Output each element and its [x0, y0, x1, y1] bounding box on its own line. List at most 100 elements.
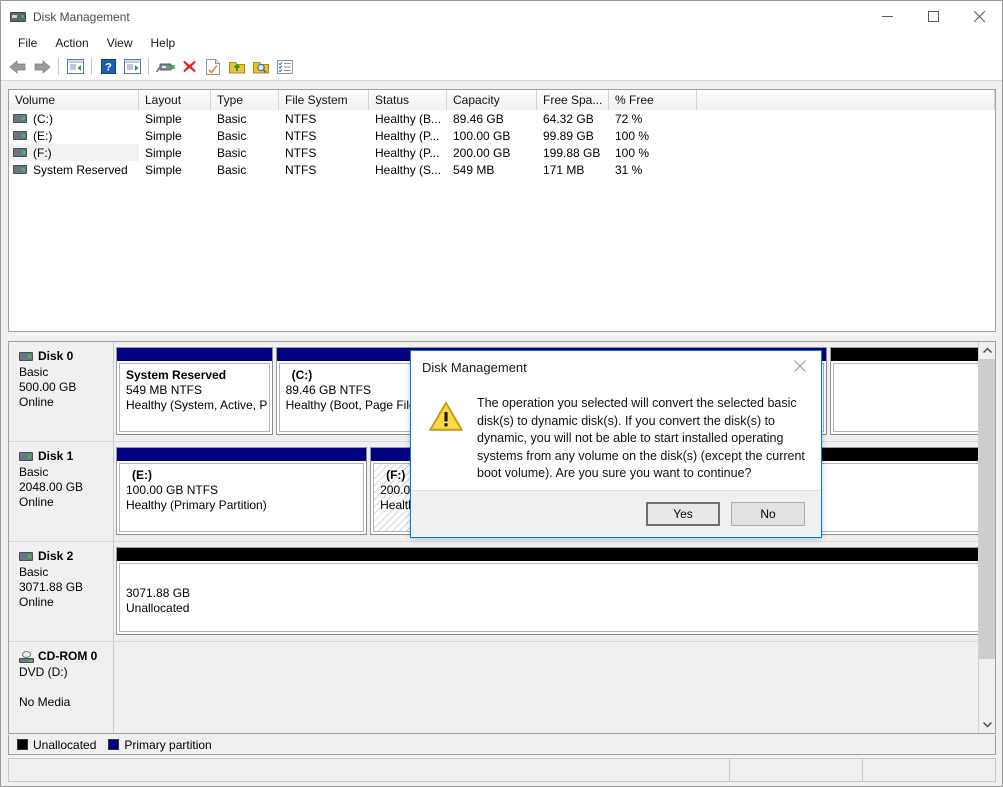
volume-list-header: Volume Layout Type File System Status Ca…	[9, 90, 995, 110]
volume-list[interactable]: Volume Layout Type File System Status Ca…	[8, 89, 996, 332]
scroll-up-arrow-icon[interactable]	[979, 342, 995, 359]
status-cell-3	[862, 759, 995, 781]
disk-icon	[19, 452, 33, 461]
cell-capacity: 200.00 GB	[453, 145, 511, 160]
partition-capacity-bar	[831, 348, 987, 361]
disk-row-cdrom-0[interactable]: CD-ROM 0 DVD (D:) No Media	[9, 642, 995, 733]
partition-size: 100.00 GB NTFS	[126, 483, 219, 497]
cdrom-icon	[19, 650, 34, 663]
properties-icon[interactable]	[201, 55, 225, 79]
cell-capacity: 89.46 GB	[453, 111, 504, 126]
legend-swatch-primary-partition	[108, 739, 120, 750]
disk-info-disk-2: Disk 2 Basic 3071.88 GB Online	[9, 542, 114, 641]
cell-status: Healthy (P...	[375, 128, 440, 143]
legend-item-primary-partition: Primary partition	[108, 738, 212, 752]
scroll-thumb[interactable]	[979, 359, 995, 659]
export-list-icon[interactable]	[225, 55, 249, 79]
menu-item-action[interactable]: Action	[46, 34, 97, 52]
table-row[interactable]: (F:) Simple Basic NTFS Healthy (P... 200…	[9, 144, 995, 161]
toolbar: ?	[1, 53, 1002, 81]
disk-name: Disk 0	[38, 349, 74, 363]
menu-bar: File Action View Help	[1, 32, 1002, 53]
partition-status: Healthy (System, Active, P	[126, 398, 268, 412]
show-hide-action-pane-icon[interactable]	[120, 55, 144, 79]
window-controls	[864, 1, 1002, 32]
column-header-filler[interactable]	[697, 90, 995, 110]
partition-status: Healthy (Primary Partition)	[126, 498, 267, 512]
disk-pane-scrollbar[interactable]	[978, 342, 995, 733]
dialog-footer: Yes No	[411, 490, 821, 537]
disk-partitions-cdrom-0	[114, 642, 995, 733]
drive-icon	[13, 165, 27, 174]
partition-e-drive[interactable]: (E:) 100.00 GB NTFS Healthy (Primary Par…	[116, 447, 368, 535]
disk-partitions-disk-2: 3071.88 GB Unallocated	[114, 542, 995, 641]
delete-icon[interactable]	[177, 55, 201, 79]
dialog-body: The operation you selected will convert …	[411, 383, 821, 491]
back-arrow-icon[interactable]	[6, 55, 30, 79]
volume-list-rows: (C:) Simple Basic NTFS Healthy (B... 89.…	[9, 110, 995, 178]
status-bar	[8, 758, 996, 782]
partition-status: Unallocated	[126, 601, 190, 615]
column-header-layout[interactable]: Layout	[139, 90, 211, 110]
status-text	[9, 759, 729, 781]
legend-label-unallocated: Unallocated	[33, 737, 97, 752]
partition-system-reserved[interactable]: System Reserved 549 MB NTFS Healthy (Sys…	[116, 347, 273, 435]
cell-volume: (F:)	[33, 145, 52, 160]
table-row[interactable]: (E:) Simple Basic NTFS Healthy (P... 100…	[9, 127, 995, 144]
window-title: Disk Management	[33, 9, 130, 24]
title-bar: Disk Management	[1, 1, 1002, 32]
cell-type: Basic	[217, 145, 247, 160]
disk-row-disk-2[interactable]: Disk 2 Basic 3071.88 GB Online 3071.88 G…	[9, 542, 995, 642]
close-icon[interactable]	[956, 1, 1002, 32]
column-header-file-system[interactable]: File System	[279, 90, 369, 110]
toolbar-separator	[148, 58, 149, 75]
forward-arrow-icon[interactable]	[30, 55, 54, 79]
dialog-close-icon[interactable]	[779, 351, 821, 381]
column-header-status[interactable]: Status	[369, 90, 447, 110]
cell-volume: (E:)	[33, 128, 53, 143]
pane-splitter[interactable]	[8, 334, 996, 341]
find-icon[interactable]	[249, 55, 273, 79]
column-header-capacity[interactable]: Capacity	[447, 90, 537, 110]
cell-file-system: NTFS	[285, 128, 317, 143]
disk-info-disk-0: Disk 0 Basic 500.00 GB Online	[9, 342, 114, 441]
cell-layout: Simple	[145, 145, 182, 160]
table-row[interactable]: System Reserved Simple Basic NTFS Health…	[9, 161, 995, 178]
scroll-down-arrow-icon[interactable]	[979, 716, 995, 733]
detail-view-icon[interactable]	[273, 55, 297, 79]
minimize-button[interactable]	[864, 1, 910, 32]
cell-layout: Simple	[145, 111, 182, 126]
disk-icon	[19, 352, 33, 361]
disk-management-dialog: Disk Management The operation you select…	[410, 350, 822, 538]
column-header-percent-free[interactable]: % Free	[609, 90, 697, 110]
disk-info-disk-1: Disk 1 Basic 2048.00 GB Online	[9, 442, 114, 541]
cell-layout: Simple	[145, 162, 182, 177]
disk-info-cdrom-0: CD-ROM 0 DVD (D:) No Media	[9, 642, 114, 733]
warning-icon	[429, 401, 463, 432]
partition-title: (E:)	[132, 468, 152, 482]
rescan-disks-icon[interactable]	[153, 55, 177, 79]
help-icon[interactable]: ?	[96, 55, 120, 79]
column-header-volume[interactable]: Volume	[9, 90, 139, 110]
no-button[interactable]: No	[731, 502, 805, 526]
disk-type: Basic	[19, 465, 49, 479]
menu-item-view[interactable]: View	[98, 34, 142, 52]
table-row[interactable]: (C:) Simple Basic NTFS Healthy (B... 89.…	[9, 110, 995, 127]
show-hide-console-tree-icon[interactable]	[63, 55, 87, 79]
cell-status: Healthy (S...	[375, 162, 442, 177]
cell-percent-free: 100 %	[615, 145, 650, 160]
column-header-free-space[interactable]: Free Spa...	[537, 90, 609, 110]
column-header-type[interactable]: Type	[211, 90, 279, 110]
menu-item-help[interactable]: Help	[142, 34, 185, 52]
maximize-button[interactable]	[910, 1, 956, 32]
partition-capacity-bar	[117, 548, 986, 561]
cell-capacity: 549 MB	[453, 162, 495, 177]
partition-unallocated[interactable]: 3071.88 GB Unallocated	[116, 547, 987, 635]
cell-free-space: 199.88 GB	[543, 145, 601, 160]
partition-unallocated[interactable]	[830, 347, 988, 435]
cell-percent-free: 31 %	[615, 162, 643, 177]
menu-item-file[interactable]: File	[9, 34, 46, 52]
drive-icon	[13, 131, 27, 140]
yes-button[interactable]: Yes	[646, 502, 720, 526]
disk-size: 500.00 GB	[19, 380, 77, 394]
